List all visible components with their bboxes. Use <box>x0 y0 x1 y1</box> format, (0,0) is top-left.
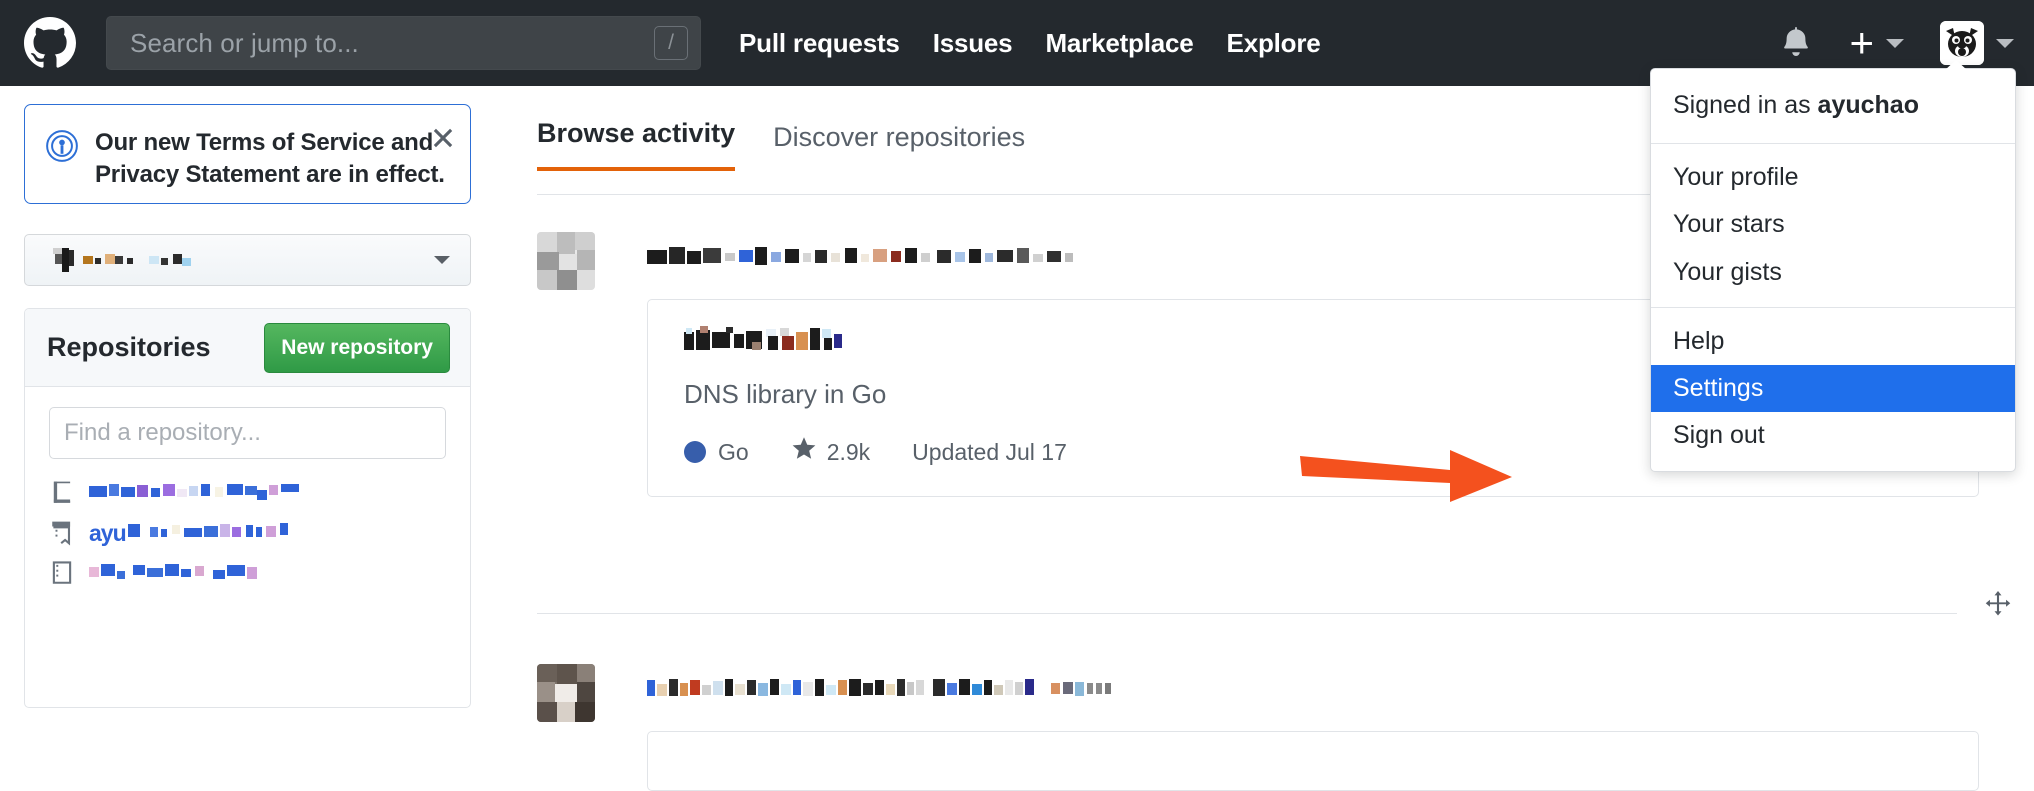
tab-browse-activity[interactable]: Browse activity <box>537 118 736 171</box>
menu-item-your-stars[interactable]: Your stars <box>1651 201 2015 248</box>
dropdown-group-account: Help Settings Sign out <box>1651 308 2015 471</box>
repositories-panel-header: Repositories New repository <box>25 309 470 387</box>
list-item[interactable] <box>49 553 470 593</box>
terms-of-service-text: Our new Terms of Service and Privacy Sta… <box>95 127 445 191</box>
user-avatar-bulldog <box>1940 21 1984 65</box>
new-repository-button[interactable]: New repository <box>264 322 450 373</box>
search-shortcut-key: / <box>654 26 688 60</box>
primary-nav: Pull requests Issues Marketplace Explore <box>739 28 1354 59</box>
redacted-repo-name <box>127 523 288 537</box>
chevron-down-icon <box>1886 38 1904 48</box>
tos-line-1: Our new Terms of Service and <box>95 129 434 156</box>
repo-forked-icon <box>52 521 71 546</box>
redacted-org-name <box>53 248 191 272</box>
nav-issues[interactable]: Issues <box>933 28 1013 59</box>
signed-in-as-label: Signed in as ayuchao <box>1651 69 2015 143</box>
feed-tabs: Browse activity Discover repositories <box>537 118 1063 171</box>
nav-marketplace[interactable]: Marketplace <box>1045 28 1193 59</box>
chevron-down-icon <box>1996 38 2014 48</box>
feed-item <box>537 664 1979 791</box>
avatar[interactable] <box>537 664 595 722</box>
list-item[interactable] <box>49 473 470 513</box>
repositories-panel: Repositories New repository Find a repos… <box>24 308 471 708</box>
repositories-title: Repositories <box>47 332 211 362</box>
nav-pull-requests[interactable]: Pull requests <box>739 28 900 59</box>
signed-in-prefix: Signed in as <box>1673 91 1818 119</box>
feed-separator <box>537 613 1957 614</box>
menu-item-help[interactable]: Help <box>1651 318 2015 365</box>
repository-list: ayu <box>25 459 470 593</box>
menu-item-settings[interactable]: Settings <box>1651 365 2015 413</box>
nav-explore[interactable]: Explore <box>1227 28 1321 59</box>
search-placeholder: Search or jump to... <box>130 27 359 58</box>
organization-selector[interactable] <box>24 234 471 286</box>
plus-icon: + <box>1849 19 1874 66</box>
redacted-feed-headline <box>647 247 1073 265</box>
tab-discover-repositories[interactable]: Discover repositories <box>773 122 1025 171</box>
megaphone-broadcast-icon <box>45 129 79 168</box>
profile-menu-button[interactable] <box>1940 21 2014 65</box>
move-drag-icon[interactable] <box>1984 591 2012 624</box>
close-x-icon[interactable] <box>430 125 456 156</box>
redacted-repo-name <box>89 484 299 500</box>
find-repository-input[interactable] <box>49 407 446 459</box>
language-name: Go <box>718 438 749 465</box>
create-new-button[interactable]: + <box>1849 19 1904 66</box>
redacted-repository-name <box>684 326 842 350</box>
star-count: 2.9k <box>826 438 871 465</box>
search-input-wrapper[interactable]: Search or jump to... / <box>106 16 701 70</box>
signed-in-username: ayuchao <box>1817 91 1919 119</box>
language-color-dot <box>684 441 706 463</box>
feed-item-body <box>647 664 1979 791</box>
repo-icon <box>53 481 71 503</box>
profile-dropdown-menu: Signed in as ayuchao Your profile Your s… <box>1650 60 2016 472</box>
dropdown-group-profile: Your profile Your stars Your gists <box>1651 144 2015 307</box>
list-item[interactable]: ayu <box>49 513 470 553</box>
redacted-feed-headline <box>647 679 1111 696</box>
find-repository-wrapper <box>25 387 470 459</box>
updated-timestamp: Updated Jul 17 <box>912 438 1067 465</box>
menu-item-sign-out[interactable]: Sign out <box>1651 412 2015 459</box>
dashboard-sidebar: Our new Terms of Service and Privacy Sta… <box>0 86 500 730</box>
repo-icon <box>52 561 72 584</box>
tos-line-2: Privacy Statement are in effect. <box>95 160 445 188</box>
terms-of-service-banner: Our new Terms of Service and Privacy Sta… <box>24 104 471 204</box>
chevron-down-icon <box>434 256 450 264</box>
repo-name-partial: ayu <box>89 519 127 546</box>
redacted-repo-name <box>89 564 257 579</box>
avatar[interactable] <box>537 232 595 290</box>
star-icon <box>791 436 817 468</box>
bell-icon[interactable] <box>1781 25 1811 62</box>
menu-item-your-gists[interactable]: Your gists <box>1651 249 2015 296</box>
github-mark-icon[interactable] <box>24 17 76 69</box>
menu-item-your-profile[interactable]: Your profile <box>1651 154 2015 201</box>
repository-card[interactable] <box>647 731 1979 791</box>
